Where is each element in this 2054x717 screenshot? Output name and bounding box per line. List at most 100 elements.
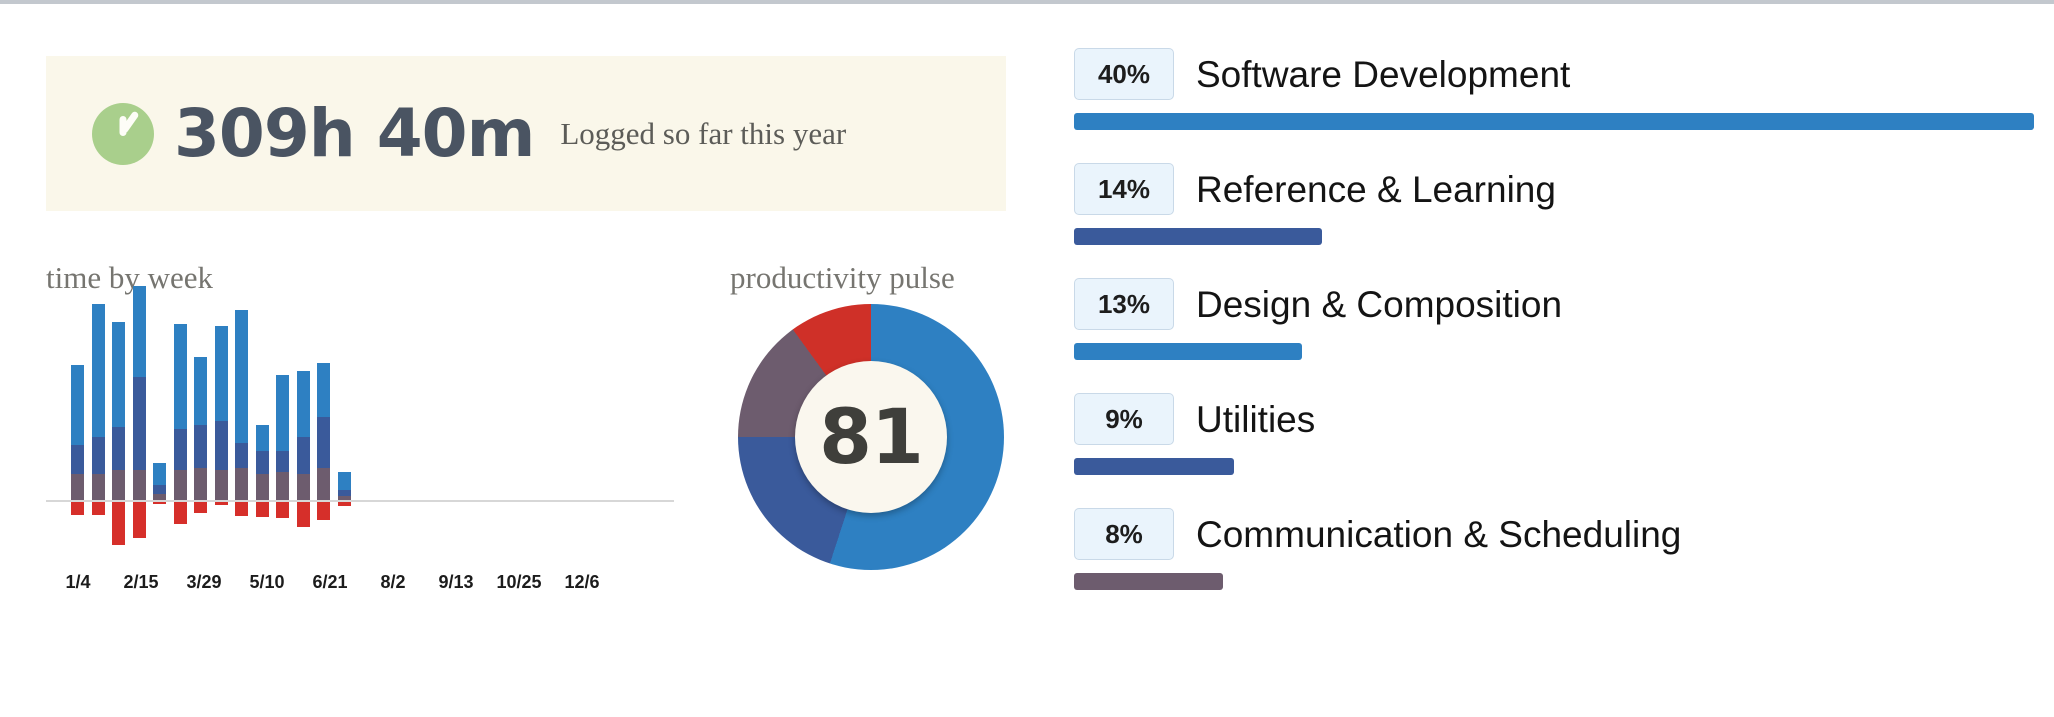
week-bar[interactable] xyxy=(91,304,105,500)
week-bar[interactable] xyxy=(173,323,187,500)
week-bar-segment xyxy=(112,426,125,471)
week-bar[interactable] xyxy=(296,371,310,500)
week-bar-segment xyxy=(337,496,351,500)
category-percent-badge: 14% xyxy=(1074,163,1174,215)
week-axis-tick-label: 5/10 xyxy=(249,572,285,592)
week-bar-segment xyxy=(132,286,146,378)
time-by-week-chart[interactable]: 1/4 2/15 3/29 5/10 6/21 8/2 9/13 10/25 12/6 xyxy=(46,286,674,610)
top-categories-list: 40% Software Development 14% Reference & Le… xyxy=(1074,48,2034,590)
week-bar-segment xyxy=(235,442,248,469)
week-bar[interactable] xyxy=(235,309,248,500)
week-bar-segment xyxy=(132,470,146,500)
week-bar-segment xyxy=(194,424,207,469)
week-bar[interactable] xyxy=(194,357,207,500)
week-bar-negative-segment xyxy=(112,502,125,545)
week-bar[interactable] xyxy=(153,463,166,500)
category-bar-track xyxy=(1074,573,2034,590)
dashboard-page: 309h 40m Logged so far this year time by… xyxy=(0,0,2054,717)
category-label: Communication & Scheduling xyxy=(1196,513,1682,555)
week-bar-segment xyxy=(153,463,166,486)
week-bar-segment xyxy=(317,468,330,500)
logged-time-caption: Logged so far this year xyxy=(560,115,847,151)
week-bar-segment xyxy=(317,363,330,417)
category-row[interactable]: 13% Design & Composition xyxy=(1074,278,2034,360)
left-column: 309h 40m Logged so far this year time by… xyxy=(0,4,1060,717)
week-bar[interactable] xyxy=(132,286,146,500)
total-logged-time: 309h 40m xyxy=(174,94,535,172)
week-bar[interactable] xyxy=(214,325,228,500)
category-head: 8% Communication & Scheduling xyxy=(1074,508,2034,560)
category-label: Reference & Learning xyxy=(1196,168,1556,210)
week-bar-negative-segment xyxy=(71,502,84,515)
week-bar-segment xyxy=(214,470,228,500)
week-bar-negative-segment xyxy=(255,502,269,518)
category-head: 9% Utilities xyxy=(1074,393,2034,445)
week-axis-tick-label: 10/25 xyxy=(496,572,542,592)
week-bar-negative-segment xyxy=(337,502,351,506)
week-bar[interactable] xyxy=(255,424,269,500)
week-bar-segment xyxy=(296,371,310,437)
category-row[interactable]: 14% Reference & Learning xyxy=(1074,163,2034,245)
week-bar[interactable] xyxy=(317,363,330,500)
week-axis-tick-label: 6/21 xyxy=(312,572,348,592)
week-bar[interactable] xyxy=(71,365,84,500)
category-bar-track xyxy=(1074,458,2034,475)
clock-icon xyxy=(92,102,154,165)
week-bar-segment xyxy=(235,468,248,500)
week-bar[interactable] xyxy=(337,472,351,500)
week-bar-segment xyxy=(112,470,125,500)
week-bar-segment xyxy=(296,474,310,500)
week-bar-negative-segment xyxy=(235,502,248,516)
week-bar-negative-segment xyxy=(173,502,187,525)
category-percent-badge: 8% xyxy=(1074,508,1174,560)
week-bar-segment xyxy=(71,365,84,445)
week-bar-segment xyxy=(194,468,207,500)
week-bar-segment xyxy=(71,444,84,475)
week-bar-segment xyxy=(255,424,269,451)
week-axis-tick-label: 2/15 xyxy=(123,572,159,592)
category-bar-fill xyxy=(1074,343,1302,360)
category-bar-track xyxy=(1074,113,2034,130)
category-row[interactable]: 8% Communication & Scheduling xyxy=(1074,508,2034,590)
week-bar-segment xyxy=(132,377,146,471)
week-bar-segment xyxy=(91,474,105,500)
category-bar-track xyxy=(1074,343,2034,360)
week-bar-segment xyxy=(112,321,125,427)
week-bar-segment xyxy=(153,494,166,500)
week-bar[interactable] xyxy=(276,375,289,500)
week-bar-negative-segment xyxy=(132,502,146,538)
category-label: Design & Composition xyxy=(1196,283,1563,325)
week-axis-tick-label: 3/29 xyxy=(186,572,222,592)
week-bar-negative-segment xyxy=(194,502,207,513)
week-axis-tick-label: 9/13 xyxy=(438,572,474,592)
week-bar-segment xyxy=(255,474,269,500)
week-bar-segment xyxy=(91,436,105,475)
category-bar-fill xyxy=(1074,573,1223,590)
category-row[interactable]: 9% Utilities xyxy=(1074,393,2034,475)
category-bar-fill xyxy=(1074,228,1322,245)
week-bar-segment xyxy=(214,420,228,471)
productivity-pulse-heading: productivity pulse xyxy=(730,260,955,295)
category-row[interactable]: 40% Software Development xyxy=(1074,48,2034,130)
pulse-center: 81 xyxy=(795,361,947,513)
time-by-week-heading: time by week xyxy=(46,260,214,295)
category-head: 13% Design & Composition xyxy=(1074,278,2034,330)
category-bar-fill xyxy=(1074,458,1235,475)
week-axis-tick-label: 1/4 xyxy=(65,572,91,592)
week-axis-tick-label: 8/2 xyxy=(380,572,406,592)
week-bar[interactable] xyxy=(112,321,125,500)
week-axis-tick-label: 12/6 xyxy=(564,572,600,592)
week-bar-negative-segment xyxy=(296,502,310,527)
productivity-pulse-chart[interactable]: 81 xyxy=(738,304,1004,570)
week-bar-segment xyxy=(214,325,228,421)
week-bar-negative-segment xyxy=(153,502,166,505)
pulse-score: 81 xyxy=(819,392,924,481)
week-bar-segment xyxy=(173,470,187,500)
week-bar-negative-segment xyxy=(214,502,228,505)
week-bar-segment xyxy=(71,474,84,500)
week-bar-segment xyxy=(194,357,207,425)
category-head: 14% Reference & Learning xyxy=(1074,163,2034,215)
week-bar-segment xyxy=(337,472,351,491)
logged-time-banner: 309h 40m Logged so far this year xyxy=(46,56,1006,211)
category-label: Software Development xyxy=(1196,53,1571,95)
